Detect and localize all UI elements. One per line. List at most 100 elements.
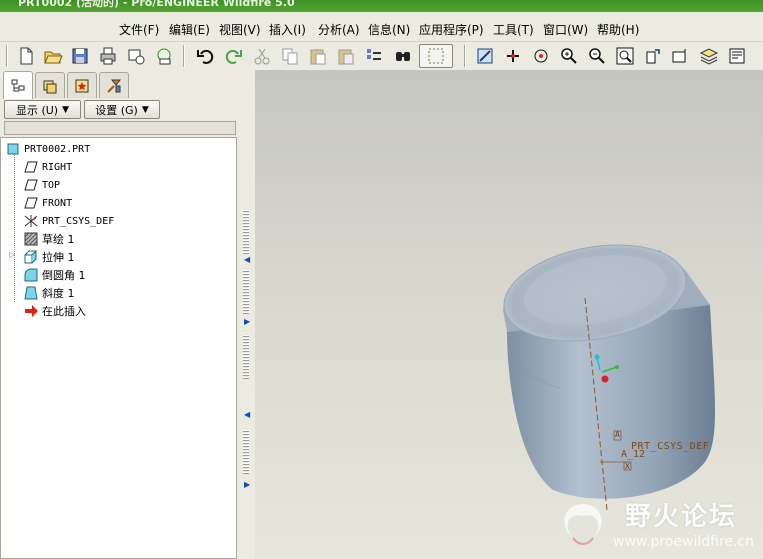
cut-icon[interactable] [250,44,274,68]
cylinder-part[interactable] [496,232,715,499]
tree-item-front[interactable]: FRONT [23,194,72,212]
toolbar-separator [183,45,185,67]
reorient-icon[interactable] [641,44,665,68]
paste-icon[interactable] [306,44,330,68]
axis-label[interactable]: A_12 [621,449,645,460]
spin-center-icon[interactable] [501,44,525,68]
paste-special-icon[interactable] [334,44,358,68]
chevron-down-icon: ▼ [141,104,149,115]
menu-tools[interactable]: 工具(T) [493,21,534,38]
menu-view[interactable]: 视图(V) [219,21,261,38]
model-tree-header-bar [4,121,236,135]
refit-icon[interactable] [613,44,637,68]
menu-file[interactable]: 文件(F) [119,21,159,38]
undo-icon[interactable] [194,44,218,68]
open-icon[interactable] [41,44,65,68]
save-icon[interactable] [68,44,92,68]
show-button-label: 显示 (U) [15,103,59,117]
select-box-icon[interactable] [419,44,453,68]
tree-item-label: PRT_CSYS_DEF [42,215,115,227]
layers-icon[interactable] [697,44,721,68]
chevron-down-icon: ▼ [62,104,70,115]
tree-item-label: 草绘 1 [42,233,75,246]
sketch-icon [23,232,39,246]
email-link-icon[interactable] [152,44,176,68]
show-dropdown[interactable]: 显示 (U) ▼ [4,100,81,119]
print-icon[interactable] [96,44,120,68]
title-bar: PRT0002 (活动的) - Pro/ENGINEER Wildfire 5.… [0,0,763,12]
zoom-out-icon[interactable] [585,44,609,68]
datum-plane-icon [23,178,39,192]
menu-insert[interactable]: 插入(I) [269,21,306,38]
tree-item-csys[interactable]: PRT_CSYS_DEF [23,212,114,230]
tree-item-label: 斜度 1 [42,287,75,300]
settings-dropdown[interactable]: 设置 (G) ▼ [84,100,160,119]
collapse-left-icon[interactable]: ◀ [244,410,250,419]
menu-analysis[interactable]: 分析(A) [318,21,360,38]
tree-item-insert-here[interactable]: 在此插入 [23,302,86,320]
watermark-logo [564,504,602,545]
new-icon[interactable] [14,44,38,68]
sash-grip [243,335,249,380]
model-tree-buttons: 显示 (U) ▼ 设置 (G) ▼ [0,99,239,121]
regenerate-icon[interactable] [362,44,386,68]
expand-right-icon[interactable]: ▶ [244,317,250,326]
repaint-icon[interactable] [473,44,497,68]
tree-connector [14,154,15,302]
sash-grip [243,430,249,475]
expand-right-icon[interactable]: ▶ [244,480,250,489]
datum-plane-icon [23,196,39,210]
forum-watermark: 野火论坛 www.proewildfire.cn [553,494,763,559]
sash-grip [243,270,249,315]
view-manager-icon[interactable] [725,44,749,68]
tree-item-label: RIGHT [42,161,73,173]
tree-item-label: TOP [42,179,61,191]
menu-info[interactable]: 信息(N) [368,21,410,38]
connections-tab-icon[interactable] [99,72,129,98]
tree-item-right[interactable]: RIGHT [23,158,72,176]
layer-tree-tab-icon[interactable] [35,72,65,98]
model-tree-tab-icon[interactable] [3,71,33,99]
window-title: PRT0002 (活动的) - Pro/ENGINEER Wildfire 5.… [18,0,295,9]
favorites-tab-icon[interactable] [67,72,97,98]
email-icon[interactable] [124,44,148,68]
csys-icon [23,214,39,228]
menu-edit[interactable]: 编辑(E) [169,21,210,38]
redo-icon[interactable] [221,44,245,68]
model-tree: PRT0002.PRT RIGHT TOP FRONT PRT_CSYS_DEF… [0,137,237,559]
main-toolbar [0,42,763,70]
tree-item-round[interactable]: 倒圆角 1 [23,266,86,284]
menu-bar: 文件(F) 编辑(E) 视图(V) 插入(I) 分析(A) 信息(N) 应用程序… [0,12,763,42]
copy-icon[interactable] [278,44,302,68]
expand-arrow-icon[interactable]: ▷ [9,250,15,259]
round-icon [23,268,39,282]
tree-item-label: 拉伸 1 [42,251,75,264]
datum-plane-icon [23,160,39,174]
tree-item-label: FRONT [42,197,73,209]
menu-applications[interactable]: 应用程序(P) [419,21,484,38]
tree-item-draft[interactable]: 斜度 1 [23,284,75,302]
tree-item-label: 在此插入 [42,305,86,318]
tree-root[interactable]: PRT0002.PRT [5,140,90,158]
zoom-in-icon[interactable] [557,44,581,68]
tree-item-top[interactable]: TOP [23,176,60,194]
tree-root-label: PRT0002.PRT [24,143,91,155]
menu-window[interactable]: 窗口(W) [543,21,588,38]
tree-item-label: 倒圆角 1 [42,269,86,282]
settings-button-label: 设置 (G) [95,103,138,117]
insert-here-arrow-icon [23,304,39,318]
menu-help[interactable]: 帮助(H) [597,21,639,38]
find-icon[interactable] [391,44,415,68]
toolbar-separator [464,45,466,67]
draft-icon [23,286,39,300]
extrude-icon [23,250,39,264]
tree-item-extrude[interactable]: 拉伸 1 [23,248,75,266]
navigator-panel: 显示 (U) ▼ 设置 (G) ▼ PRT0002.PRT RIGHT TOP … [0,70,239,559]
orient-mode-icon[interactable] [529,44,553,68]
collapse-left-icon[interactable]: ◀ [244,255,250,264]
saved-views-icon[interactable] [669,44,693,68]
watermark-url: www.proewildfire.cn [613,534,755,550]
tree-item-sketch[interactable]: 草绘 1 [23,230,75,248]
panel-sash[interactable]: ◀ ▶ ◀ ▶ [239,70,255,559]
graphics-viewport[interactable]: A PRT_CSYS_DEF A_12 X [255,70,763,559]
